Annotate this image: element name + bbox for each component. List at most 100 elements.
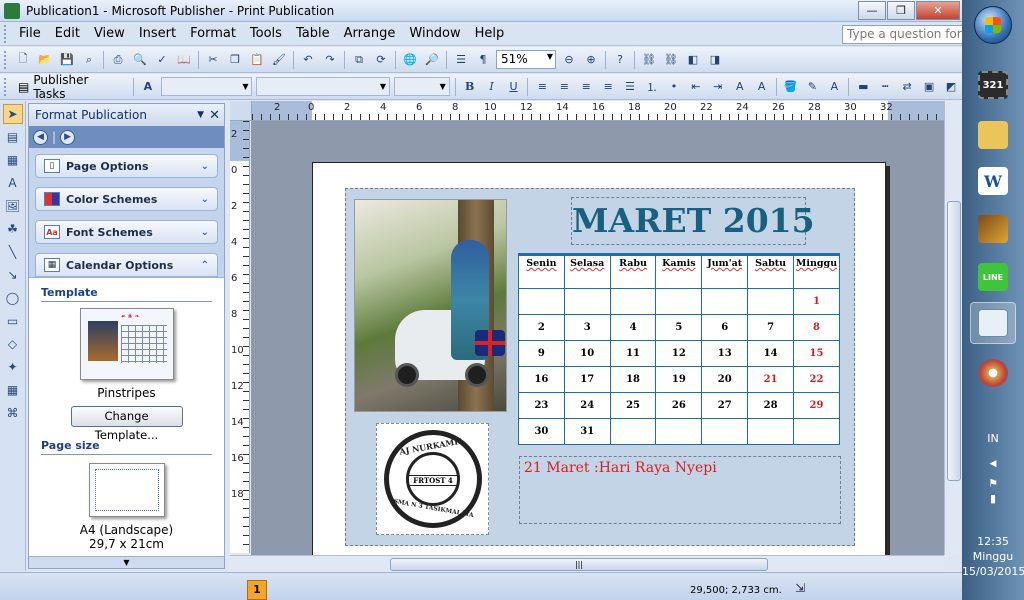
close-button[interactable]: ✕ (916, 1, 960, 20)
taskbar-item-explorer[interactable] (970, 114, 1016, 156)
calendar-date-cell[interactable]: 6 (701, 314, 749, 341)
next-frame-icon[interactable]: ◨ (706, 51, 724, 69)
page-navigator-button[interactable]: 1 (247, 580, 267, 600)
template-thumbnail[interactable]: ☙ ❀ ❧ (79, 308, 174, 380)
battery-icon[interactable]: ▮ (962, 492, 1024, 505)
calendar-date-cell[interactable]: 26 (655, 392, 703, 419)
calendar-table[interactable]: Senin Selasa Rabu Kamis Jum'at Sabtu Min… (518, 253, 840, 445)
calendar-date-cell[interactable]: 18 (609, 366, 657, 393)
calendar-date-cell[interactable] (563, 288, 611, 315)
columns-icon[interactable]: ☰ (452, 51, 470, 69)
calendar-date-cell[interactable]: 22 (793, 366, 840, 393)
cut-icon[interactable]: ✂ (204, 51, 222, 69)
align-right-icon[interactable]: ≡ (577, 78, 595, 96)
workspace[interactable]: AJ NURKAMIL FRTOST 4 SMA N 3 TASIKMALAYA… (251, 121, 944, 555)
menubar-grip[interactable] (4, 24, 8, 43)
preview-icon[interactable]: 🔎 (423, 51, 441, 69)
calendar-date-cell[interactable]: 30 (518, 418, 565, 445)
taskbar-item-media[interactable]: 321 (970, 64, 1016, 106)
calendar-date-cell[interactable]: 2 (518, 314, 565, 341)
vertical-ruler[interactable]: 2 0 2 4 6 8 10 12 14 16 18 (230, 121, 250, 553)
style-select[interactable]: ▼ (160, 77, 253, 96)
calendar-date-cell[interactable] (793, 418, 840, 445)
fill-color-icon[interactable]: 🪣 (782, 78, 800, 96)
taskpane-scroll-down-icon[interactable]: ▼ (29, 556, 224, 568)
calendar-date-cell[interactable]: 11 (609, 340, 657, 367)
calendar-date-cell[interactable] (655, 418, 703, 445)
zoom-in-icon[interactable]: ⊕ (582, 51, 600, 69)
arrow-style-icon[interactable]: ⇄ (898, 78, 916, 96)
styles-icon[interactable]: A (139, 78, 157, 96)
link-frames-icon[interactable]: ⛓ (640, 51, 658, 69)
font-size-select[interactable]: ▼ (393, 77, 450, 96)
menu-view[interactable]: View (87, 26, 132, 41)
pilcrow-icon[interactable]: ¶ (474, 51, 492, 69)
text-box-icon[interactable]: ▤ (3, 127, 23, 147)
shadow-style-icon[interactable]: ▣ (920, 78, 938, 96)
calendar-date-cell[interactable]: 8 (793, 314, 840, 341)
zoom-select[interactable]: 51% ▼ (496, 50, 556, 69)
calendar-date-cell[interactable] (747, 418, 794, 445)
wordart-icon[interactable]: A (3, 173, 23, 193)
increase-indent-icon[interactable]: ⇥ (709, 78, 727, 96)
oval-icon[interactable]: ◯ (3, 288, 23, 308)
distribute-icon[interactable]: ☰ (621, 78, 639, 96)
bold-icon[interactable]: B (461, 78, 479, 96)
calendar-date-cell[interactable]: 17 (563, 366, 611, 393)
calendar-date-cell[interactable]: 12 (655, 340, 703, 367)
print-preview-icon[interactable]: 🔍 (131, 51, 149, 69)
menu-format[interactable]: Format (183, 26, 243, 41)
menu-help[interactable]: Help (468, 26, 512, 41)
vertical-scroll-thumb[interactable] (947, 201, 961, 481)
underline-icon[interactable]: U (505, 78, 523, 96)
font-shrink-icon[interactable]: A (731, 78, 749, 96)
redo-icon[interactable]: ↷ (321, 51, 339, 69)
rotate-icon[interactable]: ⟳ (372, 51, 390, 69)
calendar-date-cell[interactable] (609, 288, 657, 315)
autoshapes-icon[interactable]: ◇ (3, 334, 23, 354)
copy-icon[interactable]: ❐ (226, 51, 244, 69)
calendar-date-cell[interactable]: 25 (609, 392, 657, 419)
calendar-title-frame[interactable]: MARET 2015 (571, 197, 815, 245)
section-calendar-options[interactable]: ▦ Calendar Options ⌃ (35, 253, 218, 277)
3d-style-icon[interactable]: ◩ (942, 78, 960, 96)
line-color-icon[interactable]: ✎ (804, 78, 822, 96)
language-indicator[interactable]: IN (962, 432, 1024, 445)
calendar-date-cell[interactable]: 4 (609, 314, 657, 341)
line-style-icon[interactable]: ▬ (854, 78, 872, 96)
menu-edit[interactable]: Edit (48, 26, 87, 41)
rectangle-icon[interactable]: ▭ (3, 311, 23, 331)
change-template-button[interactable]: Change Template... (70, 406, 183, 442)
open-icon[interactable]: 📂 (36, 51, 54, 69)
menu-window[interactable]: Window (402, 26, 467, 41)
horizontal-ruler[interactable]: 2 0 2 4 6 8 10 12 14 16 18 20 22 24 26 2… (252, 101, 944, 121)
calendar-photo[interactable] (354, 199, 507, 412)
minimize-button[interactable]: — (858, 1, 886, 20)
hot-spot-icon[interactable]: ✦ (3, 357, 23, 377)
web-tools-icon[interactable]: ⌘ (3, 403, 23, 423)
justify-icon[interactable]: ≡ (599, 78, 617, 96)
spelling-icon[interactable]: ✓ (153, 51, 171, 69)
horizontal-scrollbar[interactable]: ||| (230, 555, 944, 572)
taskbar-item-line[interactable]: LINE (970, 256, 1016, 298)
hyperlink-icon[interactable]: 🌐 (401, 51, 419, 69)
save-icon[interactable]: 💾 (58, 51, 76, 69)
picture-frame-icon[interactable]: 🖼 (3, 196, 23, 216)
restore-button[interactable]: ❐ (887, 1, 915, 20)
calendar-date-cell[interactable] (609, 418, 657, 445)
calendar-date-cell[interactable]: 13 (701, 340, 749, 367)
design-gallery-icon[interactable]: ▦ (3, 380, 23, 400)
unlink-frames-icon[interactable]: ⛓ (662, 51, 680, 69)
taskbar-item-paint[interactable] (970, 352, 1016, 394)
calendar-date-cell[interactable]: 7 (747, 314, 794, 341)
font-grow-icon[interactable]: A (753, 78, 771, 96)
publisher-app-icon[interactable] (4, 2, 20, 19)
calendar-date-cell[interactable]: 29 (793, 392, 840, 419)
calendar-date-cell[interactable]: 5 (655, 314, 703, 341)
forward-icon[interactable]: ▶ (60, 129, 76, 145)
calendar-date-cell[interactable]: 15 (793, 340, 840, 367)
help-icon[interactable]: ? (611, 51, 629, 69)
section-font-schemes[interactable]: Aa Font Schemes ⌄ (35, 220, 218, 244)
calendar-date-cell[interactable]: 21 (747, 366, 794, 393)
arrow-icon[interactable]: ↘ (3, 265, 23, 285)
